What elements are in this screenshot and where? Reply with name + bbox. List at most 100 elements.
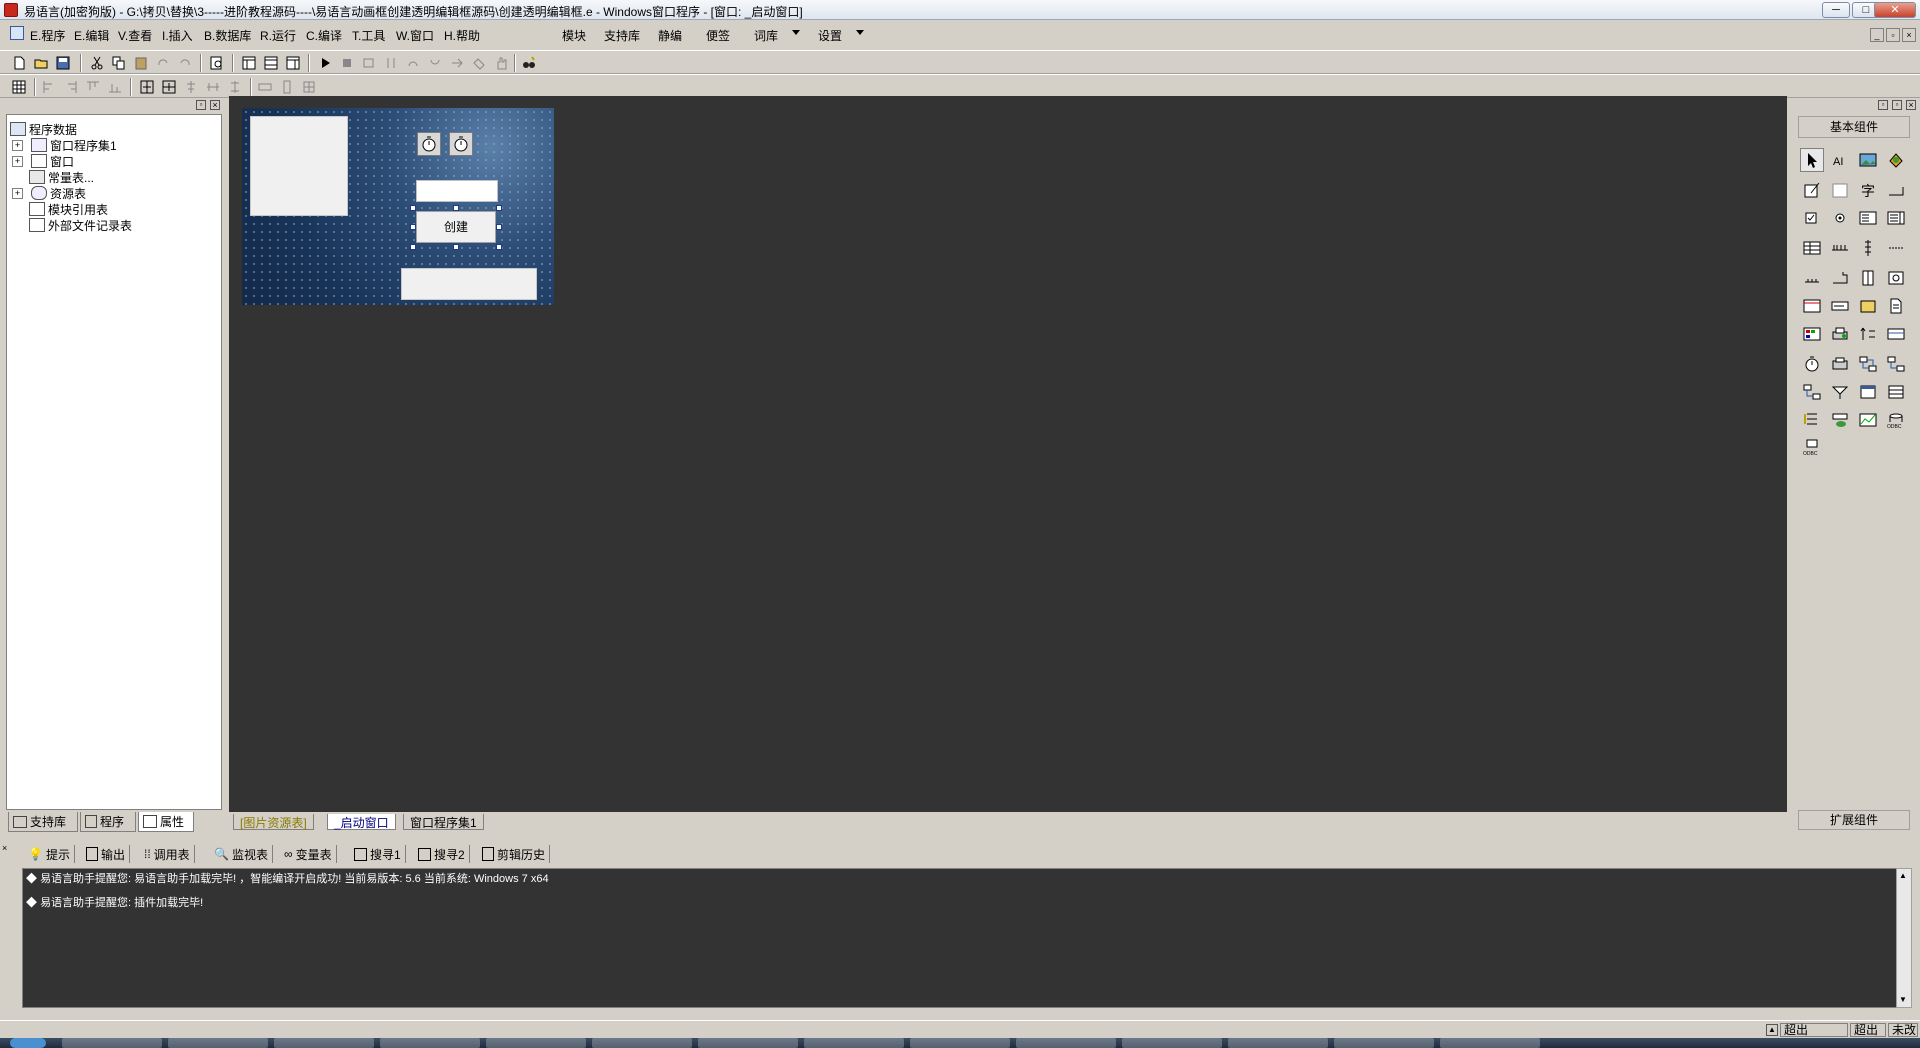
label-component-icon[interactable]: AI — [1828, 148, 1852, 172]
selection-handle[interactable] — [496, 205, 502, 211]
taskbar-item[interactable] — [168, 1038, 268, 1048]
serial-port-icon[interactable] — [1828, 352, 1852, 376]
selection-handle[interactable] — [410, 224, 416, 230]
extended-components-footer[interactable]: 扩展组件 — [1798, 810, 1910, 830]
same-size-icon[interactable] — [300, 78, 318, 96]
tree-item-resources[interactable]: + 资源表 — [12, 185, 86, 201]
odbc-database-icon[interactable]: ODBC — [1884, 408, 1908, 432]
hand-icon[interactable] — [492, 54, 510, 72]
tab-image-resources[interactable]: [图片资源表] — [233, 814, 314, 830]
tab-control-icon[interactable] — [1828, 266, 1852, 290]
expand-icon[interactable]: + — [12, 155, 23, 167]
tab-search-2[interactable]: 搜寻2 — [414, 845, 470, 863]
network-server-icon[interactable] — [1884, 352, 1908, 376]
printer-icon[interactable] — [1828, 322, 1852, 346]
save-icon[interactable] — [54, 54, 72, 72]
tab-window-assembly[interactable]: 窗口程序集1 — [403, 814, 484, 830]
datetime-component-icon[interactable] — [1828, 294, 1852, 318]
edit-box[interactable] — [416, 180, 498, 202]
picture-component-icon[interactable] — [1856, 148, 1880, 172]
pointer-icon[interactable] — [1800, 148, 1824, 172]
network-client-icon[interactable] — [1856, 352, 1880, 376]
window-component-icon[interactable] — [1856, 380, 1880, 404]
tab-start-window[interactable]: _启动窗口 — [327, 814, 396, 830]
same-width-icon[interactable] — [256, 78, 274, 96]
taskbar-item[interactable] — [1016, 1038, 1116, 1048]
paste-icon[interactable] — [132, 54, 150, 72]
status-arrow-icon[interactable]: ▲ — [1766, 1024, 1778, 1036]
document-icon[interactable] — [10, 26, 24, 40]
timer-2-icon[interactable] — [449, 132, 473, 156]
toolbar-component-icon[interactable] — [1884, 322, 1908, 346]
edit-component-icon[interactable] — [1884, 178, 1908, 202]
redo-icon[interactable] — [154, 54, 172, 72]
scrollbar-v-component-icon[interactable] — [1856, 236, 1880, 260]
create-button[interactable]: 创建 — [416, 211, 496, 243]
menu-module[interactable]: 模块 — [562, 27, 586, 44]
splitter-component-icon[interactable] — [1856, 266, 1880, 290]
shape-component-icon[interactable] — [1884, 148, 1908, 172]
scroll-down-icon[interactable]: ▼ — [1899, 995, 1907, 1004]
equal-spacing-h-icon[interactable] — [204, 78, 222, 96]
menu-compile[interactable]: C.编译 — [306, 27, 342, 44]
data-source-icon[interactable] — [1800, 408, 1824, 432]
menu-support-lib[interactable]: 支持库 — [604, 27, 640, 44]
mdi-close-button[interactable]: × — [1902, 28, 1916, 42]
menu-notes[interactable]: 便签 — [706, 27, 730, 44]
label-box[interactable] — [401, 268, 537, 300]
tab-call-stack[interactable]: ⁞⁞ 调用表 — [140, 845, 195, 863]
align-bottom-icon[interactable] — [106, 78, 124, 96]
mdi-restore-button[interactable]: ▫ — [1886, 28, 1900, 42]
selection-handle[interactable] — [496, 224, 502, 230]
color-picker-icon[interactable] — [1800, 322, 1824, 346]
tree-item-module-refs[interactable]: 模块引用表 — [29, 201, 108, 217]
slider-component-icon[interactable] — [1800, 266, 1824, 290]
step-icon[interactable] — [360, 54, 378, 72]
selection-handle[interactable] — [410, 244, 416, 250]
tab-support-lib[interactable]: 支持库 — [8, 812, 78, 832]
scroll-up-icon[interactable]: ▲ — [1899, 871, 1907, 880]
tree-item-constants[interactable]: 常量表... — [29, 169, 94, 185]
tree-item-external-files[interactable]: 外部文件记录表 — [29, 217, 132, 233]
center-horizontal-icon[interactable] — [138, 78, 156, 96]
cut-icon[interactable] — [88, 54, 106, 72]
binoculars-icon[interactable] — [520, 54, 538, 72]
align-top-icon[interactable] — [84, 78, 102, 96]
layout-3-icon[interactable] — [284, 54, 302, 72]
layout-1-icon[interactable] — [240, 54, 258, 72]
align-left-icon[interactable] — [40, 78, 58, 96]
taskbar-item[interactable] — [910, 1038, 1010, 1048]
odbc-source-icon[interactable]: ODBC — [1800, 436, 1824, 460]
tab-watch[interactable]: 🔍 监视表 — [210, 845, 273, 863]
tab-hint[interactable]: 💡 提示 — [24, 845, 75, 863]
dictionary-dropdown-icon[interactable] — [792, 30, 800, 35]
menu-insert[interactable]: I.插入 — [162, 27, 193, 44]
menu-static-compile[interactable]: 静编 — [658, 27, 682, 44]
menu-program[interactable]: E.程序 — [30, 27, 65, 44]
taskbar-item[interactable] — [592, 1038, 692, 1048]
layout-2-icon[interactable] — [262, 54, 280, 72]
undo-icon[interactable] — [176, 54, 194, 72]
taskbar-item[interactable] — [804, 1038, 904, 1048]
panel-close-icon[interactable]: × — [1906, 100, 1916, 110]
text-component-icon[interactable]: 字 — [1856, 178, 1880, 202]
run-icon[interactable] — [316, 54, 334, 72]
close-button[interactable]: ✕ — [1874, 2, 1916, 18]
panel-restore-icon[interactable]: ▫ — [196, 100, 206, 110]
listbox-component-icon[interactable] — [1884, 206, 1908, 230]
center-vertical-icon[interactable] — [160, 78, 178, 96]
settings-dropdown-icon[interactable] — [856, 30, 864, 35]
selection-handle[interactable] — [453, 205, 459, 211]
find-icon[interactable] — [208, 54, 226, 72]
menu-help[interactable]: H.帮助 — [444, 27, 480, 44]
calendar-component-icon[interactable] — [1800, 294, 1824, 318]
output-scrollbar[interactable]: ▲ ▼ — [1896, 868, 1912, 1008]
dde-client-icon[interactable] — [1828, 380, 1852, 404]
file-box-icon[interactable] — [1884, 294, 1908, 318]
same-height-icon[interactable] — [278, 78, 296, 96]
tab-output[interactable]: 输出 — [82, 845, 131, 863]
stop-icon[interactable] — [338, 54, 356, 72]
run-to-cursor-icon[interactable] — [448, 54, 466, 72]
menu-edit[interactable]: E.编辑 — [74, 27, 109, 44]
menu-database[interactable]: B.数据库 — [204, 27, 251, 44]
